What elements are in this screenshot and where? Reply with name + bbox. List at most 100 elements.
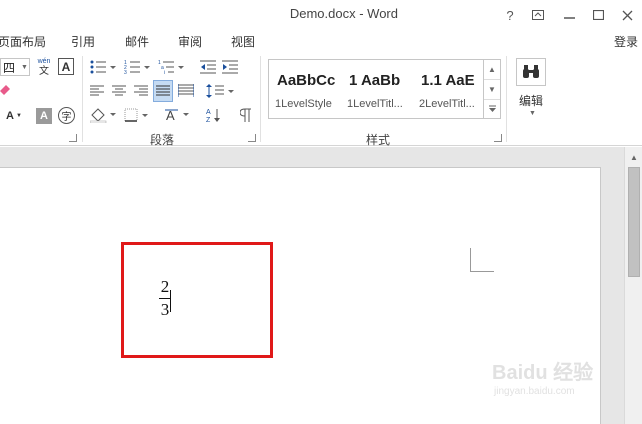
style-name: 1LevelStyle: [275, 98, 332, 110]
styles-dialog-launcher[interactable]: [494, 134, 502, 142]
chevron-down-icon: ▼: [488, 85, 496, 94]
group-separator: [260, 56, 261, 142]
scroll-up-button[interactable]: ▲: [628, 151, 640, 163]
close-button[interactable]: [614, 4, 640, 26]
title-bar: Demo.docx - Word ?: [0, 0, 642, 30]
enclose-characters-button[interactable]: 字: [58, 107, 75, 124]
line-spacing-button[interactable]: [205, 82, 235, 100]
bullet-list-icon: [90, 60, 116, 74]
style-name: 2LevelTitl...: [419, 98, 475, 110]
paint-bucket-icon: [90, 108, 116, 123]
find-button[interactable]: [516, 58, 546, 86]
borders-button[interactable]: [123, 106, 153, 124]
ribbon-display-options-button[interactable]: [525, 4, 551, 26]
watermark-url: jingyan.baidu.com: [494, 386, 575, 397]
asian-layout-button[interactable]: A: [163, 106, 193, 124]
character-shading-button[interactable]: A: [36, 108, 52, 124]
chevron-down-icon: ▼: [16, 113, 22, 119]
ribbon-tab-bar: 页面布局 引用 邮件 审阅 视图 登录: [0, 30, 642, 52]
phonetic-top: wén: [37, 57, 51, 65]
decrease-indent-icon: [200, 60, 216, 74]
ribbon-display-icon: [532, 10, 544, 20]
distributed-button[interactable]: [177, 82, 195, 100]
align-center-button[interactable]: [111, 82, 127, 100]
font-size-value: 四: [3, 60, 16, 75]
tab-page-layout[interactable]: 页面布局: [0, 33, 46, 50]
increase-indent-button[interactable]: [221, 58, 239, 76]
style-item-1leveltitle[interactable]: 1 AaBb 1LevelTitl...: [343, 60, 415, 118]
show-hide-marks-button[interactable]: [237, 106, 255, 124]
style-preview: 1 AaBb: [349, 72, 401, 89]
align-right-button[interactable]: [133, 82, 149, 100]
styles-gallery-scroller: ▲ ▼: [484, 59, 501, 119]
maximize-button[interactable]: [585, 4, 611, 26]
scroll-thumb[interactable]: [628, 167, 640, 277]
gallery-down-button[interactable]: ▼: [484, 80, 500, 100]
chevron-up-icon: ▲: [488, 65, 496, 74]
styles-group-label: 样式: [366, 133, 391, 147]
numbered-list-icon: 1 2 3: [124, 60, 150, 74]
justify-button[interactable]: [153, 80, 173, 102]
more-icon: [488, 105, 496, 112]
chevron-down-icon[interactable]: ▼: [529, 110, 536, 117]
phonetic-bottom: 文: [39, 65, 49, 77]
tab-mailings[interactable]: 邮件: [125, 33, 149, 50]
editing-label[interactable]: 编辑: [519, 92, 543, 109]
font-dialog-launcher[interactable]: [69, 134, 77, 142]
gallery-more-button[interactable]: [484, 100, 500, 118]
style-preview: AaBbCc: [277, 72, 336, 89]
styles-gallery: AaBbCc 1LevelStyle 1 AaBb 1LevelTitl... …: [268, 59, 484, 119]
paragraph-group-label: 段落: [150, 133, 175, 147]
tab-references[interactable]: 引用: [71, 33, 95, 50]
style-item-1levelstyle[interactable]: AaBbCc 1LevelStyle: [271, 60, 343, 118]
svg-text:Z: Z: [206, 117, 211, 123]
vertical-scrollbar[interactable]: ▲: [624, 147, 642, 424]
group-separator: [506, 56, 507, 142]
style-item-2leveltitle[interactable]: 1.1 AaE 2LevelTitl...: [415, 60, 483, 118]
svg-text:i: i: [164, 70, 165, 74]
align-left-button[interactable]: [89, 82, 105, 100]
help-button[interactable]: ?: [497, 4, 523, 26]
style-preview: 1.1 AaE: [421, 72, 475, 89]
asian-layout-icon: A: [165, 108, 189, 123]
tab-review[interactable]: 审阅: [178, 33, 202, 50]
minimize-button[interactable]: [556, 4, 582, 26]
phonetic-guide-button[interactable]: wén 文: [36, 57, 52, 77]
line-spacing-icon: [206, 84, 234, 98]
baidu-jingyan-watermark: Baidu 经验 jingyan.baidu.com: [492, 356, 610, 408]
character-border-button[interactable]: A: [58, 58, 74, 75]
multilevel-list-button[interactable]: 1 a i: [157, 58, 185, 76]
text-effects-button[interactable]: A ▼: [6, 108, 22, 124]
eraser-icon: [0, 85, 10, 95]
chevron-up-icon: ▲: [630, 152, 638, 162]
highlight-annotation-box: [121, 242, 273, 358]
style-name: 1LevelTitl...: [347, 98, 403, 110]
align-left-icon: [90, 85, 104, 96]
borders-icon: [124, 108, 148, 122]
window-title: Demo.docx - Word: [289, 6, 398, 21]
svg-text:A: A: [206, 109, 211, 116]
tab-view[interactable]: 视图: [231, 33, 255, 50]
chevron-down-icon: ▼: [21, 63, 28, 71]
align-center-icon: [112, 85, 126, 96]
numbering-button[interactable]: 1 2 3: [123, 58, 151, 76]
increase-indent-icon: [222, 60, 238, 74]
decrease-indent-button[interactable]: [199, 58, 217, 76]
svg-text:3: 3: [124, 70, 127, 74]
sign-in-link[interactable]: 登录: [614, 33, 638, 50]
close-icon: [622, 10, 632, 20]
text-effect-label: A: [6, 110, 14, 122]
binoculars-icon: [523, 65, 539, 78]
watermark-brand: Baidu 经验: [492, 362, 594, 384]
gallery-up-button[interactable]: ▲: [484, 60, 500, 80]
clear-format-button[interactable]: [0, 82, 10, 96]
paragraph-dialog-launcher[interactable]: [248, 134, 256, 142]
bullets-button[interactable]: [89, 58, 117, 76]
multilevel-list-icon: 1 a i: [158, 60, 184, 74]
paragraph-mark-icon: [240, 108, 251, 122]
shading-button[interactable]: [89, 106, 119, 124]
justify-icon: [156, 85, 170, 96]
align-right-icon: [134, 85, 148, 96]
font-size-select[interactable]: 四 ▼: [0, 58, 30, 76]
sort-button[interactable]: AZ: [205, 106, 235, 124]
